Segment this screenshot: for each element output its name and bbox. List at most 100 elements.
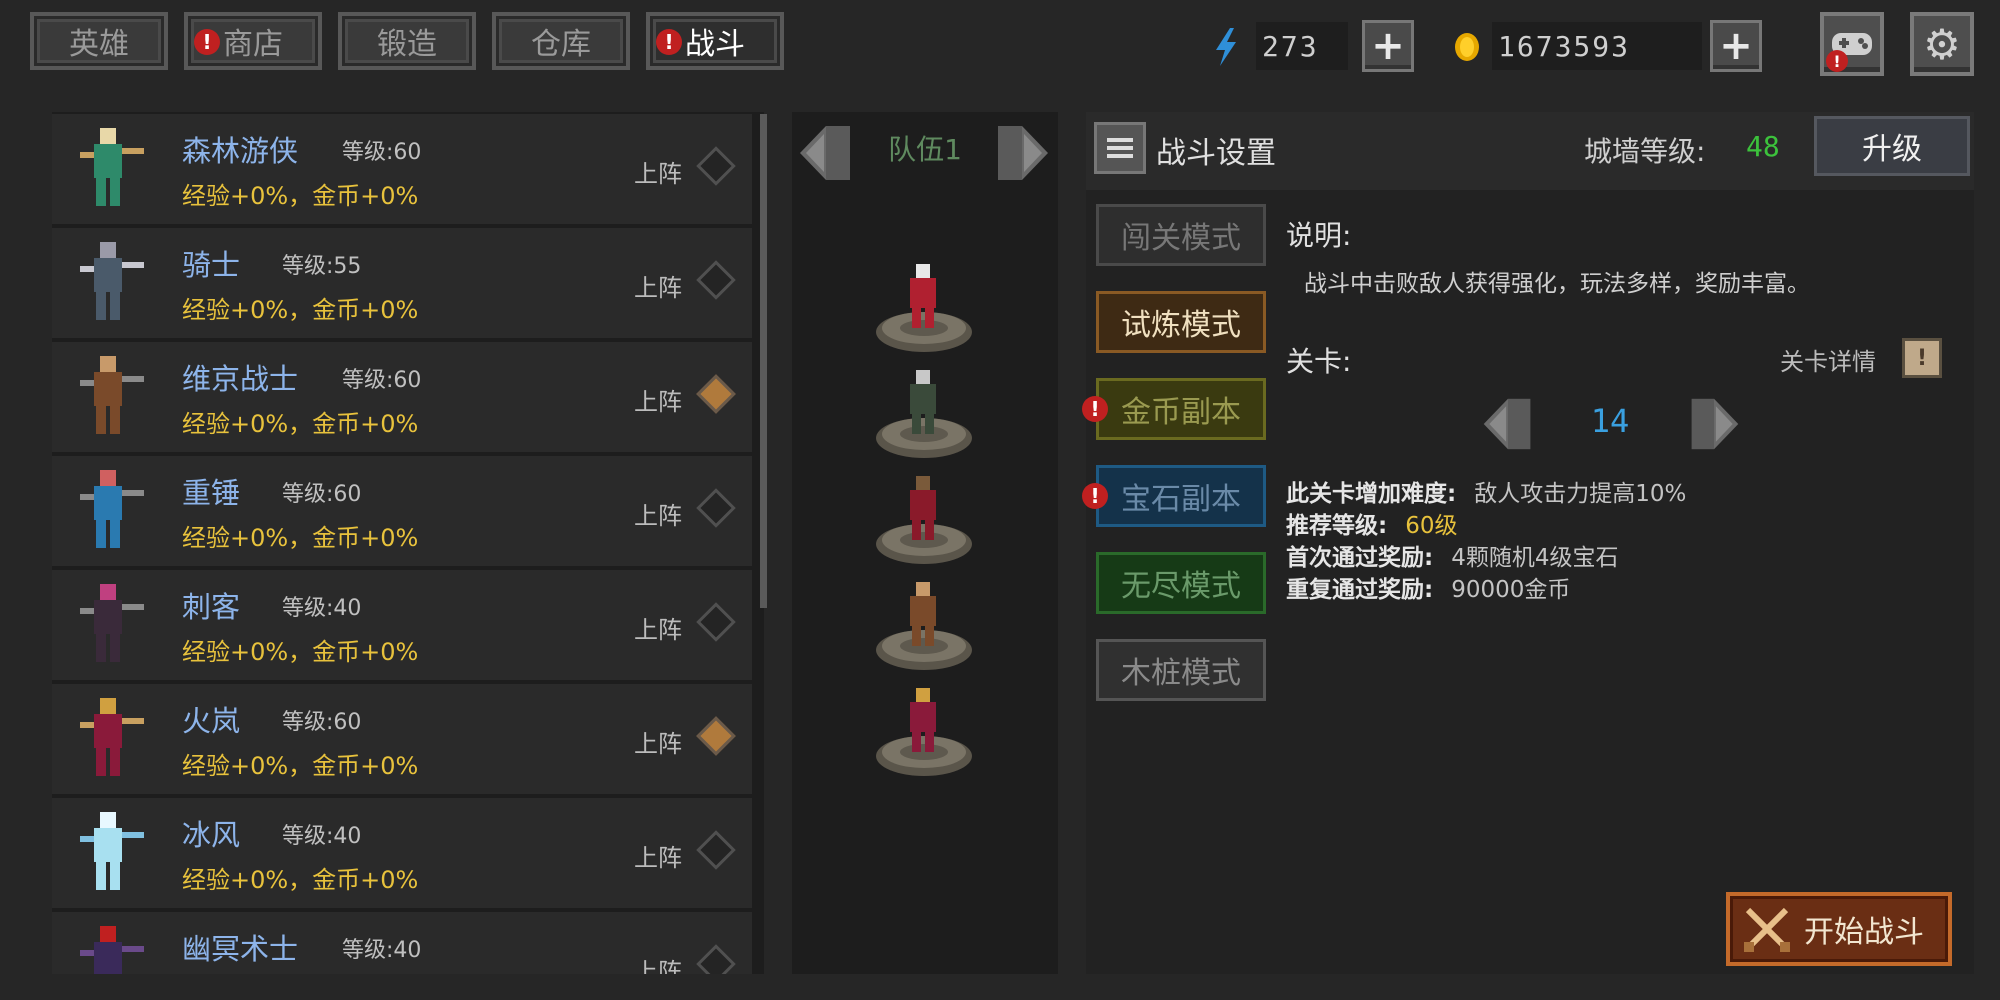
wall-level-label: 城墙等级:: [1584, 135, 1706, 168]
description-text: 战斗中击败敌人获得强化，玩法多样，奖励丰富。: [1304, 271, 1810, 297]
stage-detail-label: 关卡详情: [1780, 348, 1876, 376]
tab-battle[interactable]: ! 战斗: [646, 12, 784, 70]
deploy-toggle[interactable]: [696, 146, 736, 186]
wall-level-value: 48: [1746, 130, 1780, 163]
mode-label: 金币副本: [1121, 395, 1241, 430]
hero-portrait: [80, 470, 144, 548]
battle-settings-panel: 战斗设置 城墙等级: 48 升级 闯关模式试炼模式金币副本! 宝石副本! 无尽模式木…: [1082, 112, 1974, 974]
hero-row[interactable]: 冰风 等级:40 经验+0%，金币+0% 上阵: [52, 798, 752, 908]
deploy-label: 上阵: [634, 160, 682, 188]
team-panel: 队伍1: [792, 112, 1058, 974]
tab-shop[interactable]: ! 商店: [184, 12, 322, 70]
mode-button[interactable]: 无尽模式: [1096, 552, 1266, 614]
hero-level: 等级:40: [282, 824, 362, 849]
mode-button[interactable]: 木桩模式: [1096, 639, 1266, 701]
deploy-label: 上阵: [634, 958, 682, 974]
mode-button[interactable]: 宝石副本: [1096, 465, 1266, 527]
repeat-reward-value: 90000金币: [1451, 577, 1571, 603]
coin-icon: [1455, 33, 1479, 61]
repeat-reward-row: 重复通过奖励: 90000金币: [1286, 570, 1570, 604]
stage-detail-button[interactable]: !: [1902, 338, 1942, 378]
tab-label: 仓库: [531, 27, 591, 62]
hero-bonus: 经验+0%，金币+0%: [182, 296, 419, 324]
difficulty-value: 敌人攻击力提高10%: [1474, 481, 1687, 507]
team-slot[interactable]: [874, 358, 974, 458]
deploy-toggle[interactable]: [696, 830, 736, 870]
deploy-toggle[interactable]: [696, 374, 736, 414]
info-icon: !: [1916, 345, 1928, 371]
hero-list[interactable]: 森林游侠 等级:60 经验+0%，金币+0% 上阵 骑士 等级:55 经验+0%…: [52, 112, 764, 974]
team-hero-sprite: [876, 370, 972, 458]
upgrade-button[interactable]: 升级: [1814, 116, 1970, 176]
hero-level: 等级:60: [342, 140, 422, 165]
recommend-key: 推荐等级:: [1286, 513, 1388, 539]
gold-value: 1673593: [1492, 22, 1702, 70]
hero-name: 火岚: [182, 704, 241, 738]
mode-button[interactable]: 闯关模式: [1096, 204, 1266, 266]
description-label: 说明:: [1286, 219, 1352, 252]
hero-bonus: 经验+0%，金币+0%: [182, 866, 419, 894]
recommend-value: 60级: [1405, 513, 1458, 539]
hero-row[interactable]: 重锤 等级:60 经验+0%，金币+0% 上阵: [52, 456, 752, 566]
add-gold-button[interactable]: +: [1710, 20, 1762, 72]
mode-button[interactable]: 试炼模式: [1096, 291, 1266, 353]
deploy-toggle[interactable]: [696, 260, 736, 300]
team-slot[interactable]: [874, 464, 974, 564]
hero-bonus: 经验+0%，金币+0%: [182, 752, 419, 780]
start-battle-button[interactable]: 开始战斗: [1726, 892, 1952, 966]
hero-name: 刺客: [182, 590, 241, 624]
hero-row[interactable]: 骑士 等级:55 经验+0%，金币+0% 上阵: [52, 228, 752, 338]
tab-label: 锻造: [377, 27, 437, 62]
deploy-toggle[interactable]: [696, 488, 736, 528]
first-reward-row: 首次通过奖励: 4颗随机4级宝石: [1286, 538, 1618, 572]
team-next-button[interactable]: [992, 118, 1052, 188]
mode-label: 宝石副本: [1121, 482, 1241, 517]
alert-icon: !: [1826, 50, 1848, 72]
hero-bonus: 经验+0%，金币+0%: [182, 182, 419, 210]
crossed-swords-icon: [1744, 907, 1790, 952]
difficulty-row: 此关卡增加难度: 敌人攻击力提高10%: [1286, 474, 1686, 508]
hero-portrait: [80, 584, 144, 662]
hero-row[interactable]: 幽冥术士 等级:40 上阵: [52, 912, 752, 974]
hero-row[interactable]: 维京战士 等级:60 经验+0%，金币+0% 上阵: [52, 342, 752, 452]
deploy-label: 上阵: [634, 844, 682, 872]
alert-icon: !: [1082, 483, 1108, 509]
settings-title: 战斗设置: [1156, 136, 1276, 171]
hero-row[interactable]: 火岚 等级:60 经验+0%，金币+0% 上阵: [52, 684, 752, 794]
tab-warehouse[interactable]: 仓库: [492, 12, 630, 70]
gamepad-button[interactable]: !: [1820, 12, 1884, 76]
hero-portrait: [80, 698, 144, 776]
hero-bonus: 经验+0%，金币+0%: [182, 410, 419, 438]
deploy-toggle[interactable]: [696, 716, 736, 756]
menu-button[interactable]: [1094, 122, 1146, 174]
tab-label: 商店: [223, 27, 283, 62]
stage-next-button[interactable]: [1686, 390, 1742, 458]
alert-icon: !: [194, 29, 220, 55]
mode-button[interactable]: 金币副本: [1096, 378, 1266, 440]
deploy-toggle[interactable]: [696, 944, 736, 974]
settings-header: 战斗设置 城墙等级: 48 升级: [1086, 112, 1974, 190]
settings-button[interactable]: ⚙: [1910, 12, 1974, 76]
tab-forge[interactable]: 锻造: [338, 12, 476, 70]
hero-bonus: 经验+0%，金币+0%: [182, 524, 419, 552]
lightning-icon: [1216, 28, 1236, 66]
team-slot[interactable]: [874, 252, 974, 352]
team-hero-sprite: [876, 688, 972, 776]
team-hero-sprite: [876, 582, 972, 670]
hero-name: 森林游侠: [182, 134, 299, 168]
tab-heroes[interactable]: 英雄: [30, 12, 168, 70]
hero-portrait: [80, 926, 144, 974]
hero-list-scrollbar[interactable]: [760, 114, 767, 608]
team-slot[interactable]: [874, 676, 974, 776]
hero-name: 重锤: [182, 476, 241, 510]
team-prev-button[interactable]: [796, 118, 856, 188]
team-slot[interactable]: [874, 570, 974, 670]
add-energy-button[interactable]: +: [1362, 20, 1414, 72]
stage-prev-button[interactable]: [1480, 390, 1536, 458]
hero-portrait: [80, 242, 144, 320]
hero-row[interactable]: 森林游侠 等级:60 经验+0%，金币+0% 上阵: [52, 114, 752, 224]
deploy-toggle[interactable]: [696, 602, 736, 642]
hero-row[interactable]: 刺客 等级:40 经验+0%，金币+0% 上阵: [52, 570, 752, 680]
hero-level: 等级:60: [282, 710, 362, 735]
repeat-reward-key: 重复通过奖励:: [1286, 577, 1434, 603]
